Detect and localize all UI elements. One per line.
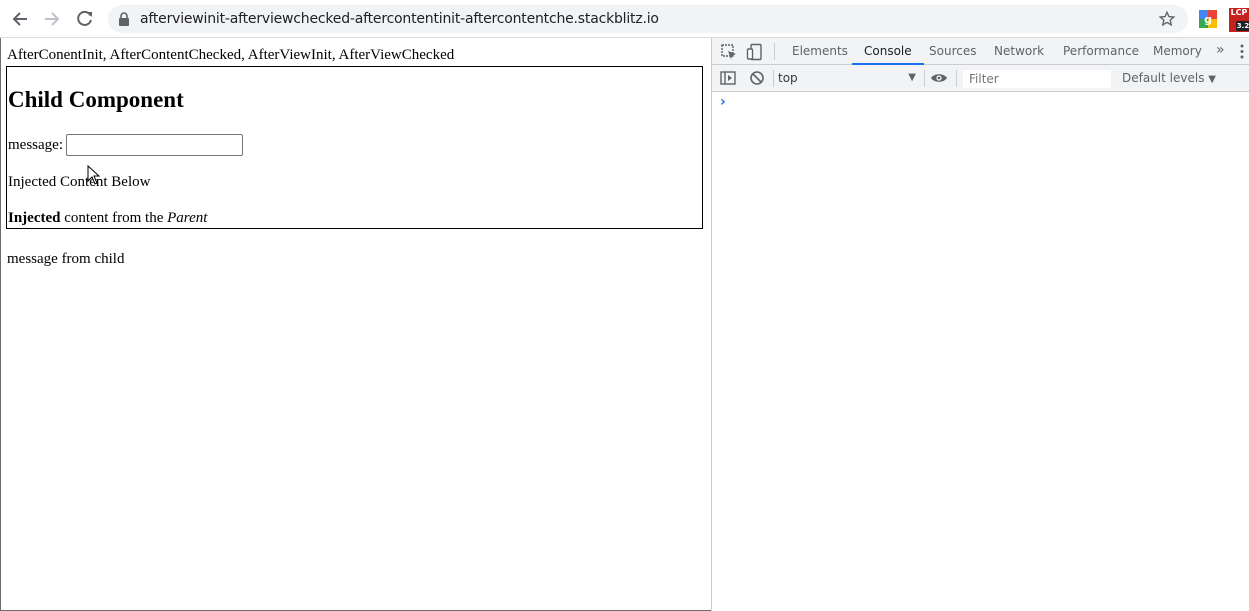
forward-button[interactable] (42, 9, 62, 29)
console-filter-input[interactable] (962, 69, 1112, 89)
toolbar-separator (956, 70, 957, 87)
toolbar-separator (924, 70, 925, 87)
lcp-extension-icon[interactable]: LCP 3.2 (1229, 8, 1249, 32)
tab-network[interactable]: Network (994, 38, 1044, 65)
lock-icon (119, 12, 129, 26)
devtools-panel: Elements Console Sources Network Perform… (711, 38, 1249, 611)
address-bar[interactable]: afterviewinit-afterviewchecked-aftercont… (108, 5, 1188, 33)
tab-elements[interactable]: Elements (792, 38, 848, 65)
context-selector[interactable]: top ▼ (778, 68, 920, 88)
child-component-title: Child Component (8, 87, 184, 112)
show-sidebar-icon[interactable] (719, 69, 737, 87)
kebab-menu-icon[interactable] (1240, 44, 1244, 59)
injected-content-heading: Injected Content Below (8, 174, 151, 190)
mouse-pointer-icon (87, 165, 101, 185)
message-from-child: message from child (7, 251, 125, 267)
tab-memory[interactable]: Memory (1153, 38, 1202, 65)
toolbar-separator (773, 70, 774, 87)
injected-italic-text: Parent (167, 210, 208, 226)
message-label: message: (8, 137, 63, 153)
forward-arrow-icon (45, 12, 60, 26)
levels-dropdown-arrow-icon: ▼ (1208, 74, 1216, 85)
injected-content-line: Injected content from the Parent (8, 210, 207, 227)
back-arrow-icon (12, 12, 27, 26)
url-text: afterviewinit-afterviewchecked-aftercont… (140, 11, 659, 27)
tab-sources[interactable]: Sources (929, 38, 976, 65)
reload-icon (77, 10, 92, 26)
lifecycle-hooks-text: AfterConentInit, AfterContentChecked, Af… (7, 47, 455, 63)
lcp-badge: 3.2 (1236, 21, 1249, 31)
live-expression-eye-icon[interactable] (930, 69, 948, 87)
console-toolbar: top ▼ Default levels ▼ (712, 65, 1249, 92)
injected-bold-text: Injected (8, 210, 61, 226)
inspect-element-icon[interactable] (720, 43, 738, 61)
bookmark-star-icon[interactable] (1158, 10, 1176, 28)
tab-separator (774, 43, 775, 60)
browser-toolbar: afterviewinit-afterviewchecked-aftercont… (0, 0, 1249, 38)
lcp-label: LCP (1230, 8, 1248, 17)
google-extension-icon[interactable]: g (1199, 10, 1217, 28)
back-button[interactable] (10, 9, 30, 29)
more-tabs-button[interactable]: » (1216, 38, 1225, 63)
injected-middle-text: content from the (60, 210, 168, 226)
reload-button[interactable] (75, 9, 95, 29)
svg-text:g: g (1204, 13, 1212, 26)
log-levels-label: Default levels (1122, 71, 1205, 85)
page-content: AfterConentInit, AfterContentChecked, Af… (0, 38, 711, 611)
child-component-box: Child Component message: Injected Conten… (6, 66, 703, 229)
context-value: top (778, 71, 798, 85)
message-input[interactable] (66, 134, 243, 156)
tab-console[interactable]: Console (852, 38, 924, 65)
console-prompt[interactable]: › (720, 94, 726, 110)
device-toolbar-icon[interactable] (746, 43, 764, 61)
devtools-tab-bar: Elements Console Sources Network Perform… (712, 38, 1249, 65)
dropdown-arrow-icon: ▼ (908, 72, 916, 83)
log-levels-dropdown[interactable]: Default levels ▼ (1122, 65, 1216, 93)
tab-performance[interactable]: Performance (1063, 38, 1139, 65)
clear-console-icon[interactable] (748, 69, 766, 87)
